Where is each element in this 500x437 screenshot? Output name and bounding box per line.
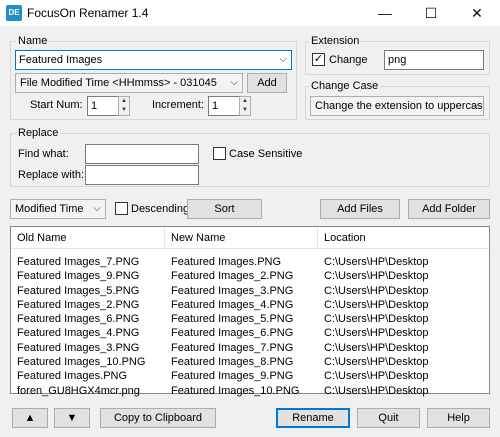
file-rows: Featured Images_7.PNG Featured Images.PNG… [11,249,489,398]
location-cell: C:\Users\HP\Desktop [324,284,429,297]
replace-group-label: Replace [16,127,61,139]
copy-to-clipboard-button[interactable]: Copy to Clipboard [100,408,216,428]
start-num-spinner[interactable]: ▲ ▼ [118,96,130,116]
old-name-cell: Featured Images_7.PNG [17,256,140,268]
table-row[interactable]: Featured Images.PNG Featured Images_9.PNG… [11,369,489,383]
increment-input[interactable]: 1 [208,96,240,116]
location-cell: C:\Users\HP\Desktop [324,370,429,383]
maximize-button[interactable]: ☐ [408,0,454,26]
new-name-cell: Featured Images_6.PNG [171,327,294,340]
title-bar: DE FocusOn Renamer 1.4 — ☐ ✕ [0,0,500,26]
change-extension-checkbox[interactable]: ✓ [312,53,325,66]
column-header-old-name[interactable]: Old Name [11,227,165,249]
move-down-button[interactable]: ▼ [54,408,90,428]
name-combo[interactable]: Featured Images ⌵ [15,50,292,70]
old-name-cell: Featured Images_6.PNG [17,313,140,326]
increment-label: Increment: [152,99,204,111]
start-num-input[interactable]: 1 [87,96,119,116]
old-name-cell: Featured Images_3.PNG [17,341,140,354]
old-name-cell: Featured Images_2.PNG [17,298,140,311]
location-cell: C:\Users\HP\Desktop [324,356,429,369]
app-icon: DE [6,5,22,21]
old-name-cell: Featured Images_10.PNG [17,356,146,369]
new-name-cell: Featured Images_8.PNG [171,356,294,369]
new-name-cell: Featured Images_9.PNG [171,370,294,383]
descending-checkbox[interactable] [115,202,128,215]
table-row[interactable]: Featured Images_10.PNG Featured Images_8.… [11,355,489,369]
new-name-cell: Featured Images.PNG [171,256,282,268]
change-case-group-label: Change Case [309,80,381,92]
format-value: File Modified Time <HHmmss> - 031045 [20,77,217,89]
table-row[interactable]: Featured Images_3.PNG Featured Images_7.P… [11,341,489,355]
location-cell: C:\Users\HP\Desktop [324,270,429,283]
find-what-label: Find what: [18,148,69,160]
sort-by-value: Modified Time [15,203,84,215]
table-row[interactable]: Featured Images_9.PNG Featured Images_2.P… [11,269,489,283]
spin-down-icon[interactable]: ▼ [119,106,129,115]
table-row[interactable]: Featured Images_6.PNG Featured Images_5.P… [11,312,489,326]
change-extension-label: Change [329,54,368,66]
location-cell: C:\Users\HP\Desktop [324,298,429,311]
case-sensitive-label: Case Sensitive [229,148,303,160]
table-row[interactable]: Featured Images_7.PNG Featured Images.PNG… [11,255,489,269]
move-up-button[interactable]: ▲ [12,408,48,428]
add-button[interactable]: Add [247,73,287,93]
extension-group-label: Extension [309,35,362,47]
chevron-down-icon[interactable]: ⌵ [471,97,479,115]
table-row[interactable]: Featured Images_5.PNG Featured Images_3.P… [11,284,489,298]
add-files-button[interactable]: Add Files [320,199,400,219]
minimize-button[interactable]: — [362,0,408,26]
spin-down-icon[interactable]: ▼ [240,106,250,115]
spin-up-icon[interactable]: ▲ [119,97,129,106]
close-button[interactable]: ✕ [454,0,500,26]
replace-with-label: Replace with: [18,169,85,181]
old-name-cell: foren_GU8HGX4mcr.png [17,384,140,397]
increment-spinner[interactable]: ▲ ▼ [239,96,251,116]
old-name-cell: Featured Images_4.PNG [17,327,140,340]
old-name-cell: Featured Images_5.PNG [17,284,140,297]
table-row[interactable]: Featured Images_2.PNG Featured Images_4.P… [11,298,489,312]
extension-input[interactable]: png [384,50,484,70]
column-header-new-name[interactable]: New Name [165,227,318,249]
new-name-cell: Featured Images_2.PNG [171,270,294,283]
new-name-cell: Featured Images_10.PNG [171,384,300,397]
new-name-cell: Featured Images_7.PNG [171,341,294,354]
format-combo[interactable]: File Modified Time <HHmmss> - 031045 ⌵ [15,73,243,93]
name-group-label: Name [16,35,50,47]
sort-by-combo[interactable]: Modified Time ⌵ [10,199,106,219]
window-title: FocusOn Renamer 1.4 [27,6,149,20]
sort-button[interactable]: Sort [187,199,262,219]
location-cell: C:\Users\HP\Desktop [324,256,429,268]
case-sensitive-checkbox[interactable] [213,147,226,160]
find-what-input[interactable] [85,144,199,164]
replace-with-input[interactable] [85,165,199,185]
old-name-cell: Featured Images.PNG [17,370,128,383]
change-case-combo[interactable]: Change the extension to uppercase ⌵ [310,96,484,116]
column-header-location[interactable]: Location [318,227,489,249]
old-name-cell: Featured Images_9.PNG [17,270,140,283]
location-cell: C:\Users\HP\Desktop [324,327,429,340]
add-folder-button[interactable]: Add Folder [408,199,490,219]
spin-up-icon[interactable]: ▲ [240,97,250,106]
descending-label: Descending [131,203,190,215]
chevron-down-icon[interactable]: ⌵ [230,74,238,92]
chevron-down-icon[interactable]: ⌵ [93,200,101,218]
rename-button[interactable]: Rename [276,408,350,428]
new-name-cell: Featured Images_4.PNG [171,298,294,311]
file-list[interactable]: Old Name New Name Location Featured Imag… [10,226,490,397]
new-name-cell: Featured Images_3.PNG [171,284,294,297]
chevron-down-icon[interactable]: ⌵ [279,51,287,69]
name-value: Featured Images [19,54,103,66]
quit-button[interactable]: Quit [357,408,420,428]
table-row[interactable]: foren_GU8HGX4mcr.png Featured Images_10.P… [11,384,489,398]
help-button[interactable]: Help [427,408,490,428]
change-case-value: Change the extension to uppercase [315,100,484,112]
table-row[interactable]: Featured Images_4.PNG Featured Images_6.P… [11,326,489,340]
location-cell: C:\Users\HP\Desktop [324,341,429,354]
start-num-label: Start Num: [30,99,83,111]
location-cell: C:\Users\HP\Desktop [324,313,429,326]
new-name-cell: Featured Images_5.PNG [171,313,294,326]
location-cell: C:\Users\HP\Desktop [324,384,429,397]
